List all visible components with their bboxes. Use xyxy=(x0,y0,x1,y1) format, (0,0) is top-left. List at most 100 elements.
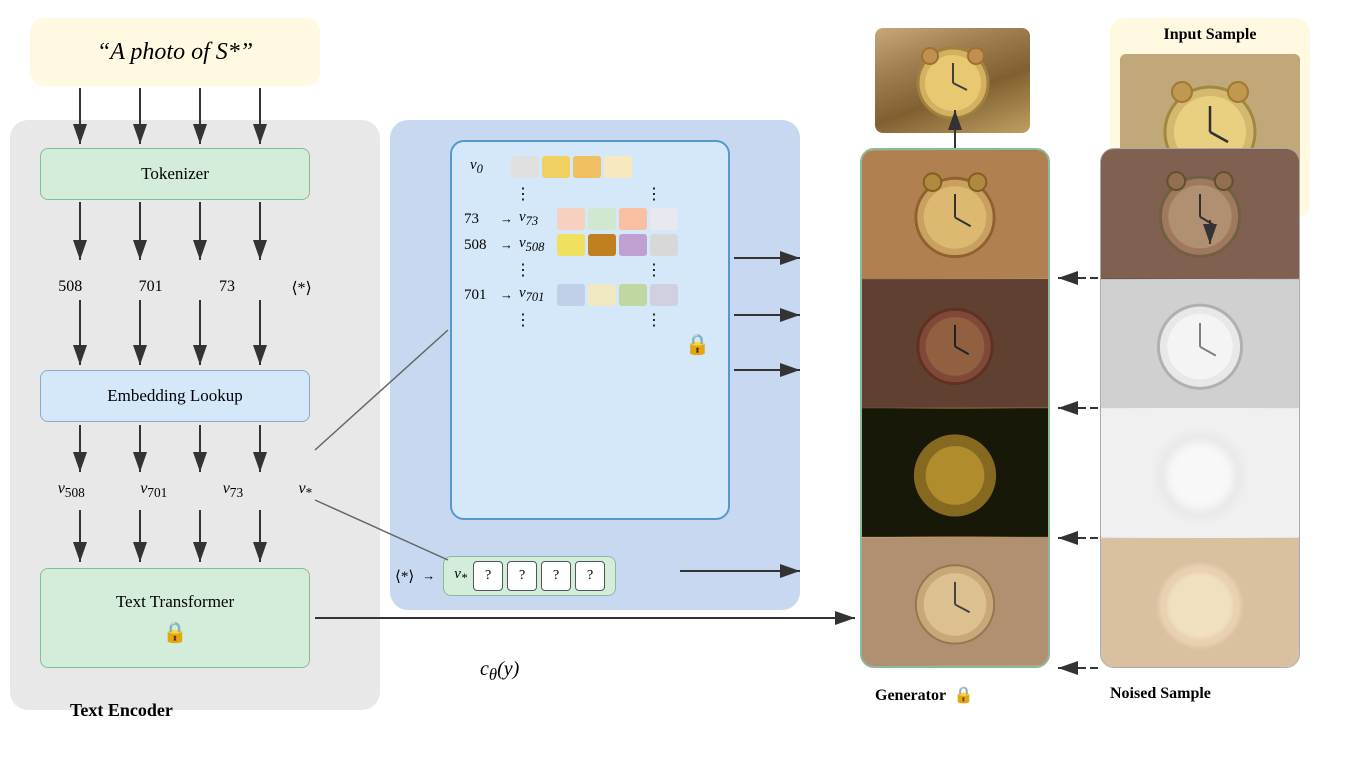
prompt-box: “A photo of S*” xyxy=(30,18,320,86)
vstar-input-label: ⟨*⟩ xyxy=(395,567,414,586)
patch xyxy=(588,284,616,306)
gen-clock-3 xyxy=(862,408,1048,537)
embed-row-v73: v73 xyxy=(519,208,678,230)
tokenizer-label: Tokenizer xyxy=(141,164,209,184)
vec-701: v701 xyxy=(140,480,167,501)
embed-table-lock: 🔒 xyxy=(460,332,720,357)
question-box-1: ? xyxy=(473,561,503,591)
noised-clock-4 xyxy=(1101,538,1299,668)
embed-patches-v701 xyxy=(557,284,678,306)
patch xyxy=(557,234,585,256)
vec-508: v508 xyxy=(58,480,85,501)
embed-table-lock-icon: 🔒 xyxy=(685,334,710,356)
token-701: 701 xyxy=(139,278,163,298)
embedding-lookup-box: Embedding Lookup xyxy=(40,370,310,422)
embedding-table-panel: v0 ⋮ ⋮ 73 → v73 xyxy=(450,140,730,520)
generator-label: Generator 🔒 xyxy=(875,685,974,705)
embed-row-v508: v508 xyxy=(519,234,678,256)
noised-clock-1 xyxy=(1101,149,1299,279)
embed-index-v0: v0 xyxy=(470,157,505,177)
patch xyxy=(650,284,678,306)
arrow-73: → xyxy=(500,211,513,227)
question-box-2: ? xyxy=(507,561,537,591)
c-theta-label: cθ(y) xyxy=(480,658,519,685)
embed-row-v701: v701 xyxy=(519,284,678,306)
text-encoder-label: Text Encoder xyxy=(70,700,173,721)
question-box-3: ? xyxy=(541,561,571,591)
embed-dots-2: ⋮ ⋮ xyxy=(460,258,720,282)
text-transformer-box: Text Transformer 🔒 xyxy=(40,568,310,668)
vec-star: v* xyxy=(299,480,313,501)
embed-index-v73: v73 xyxy=(519,209,554,229)
noised-clock-3 xyxy=(1101,408,1299,538)
gen-clock-svg-1 xyxy=(862,150,1048,279)
tokenizer-box: Tokenizer xyxy=(40,148,310,200)
gen-clock-1 xyxy=(862,150,1048,279)
vstar-label: v* xyxy=(454,566,467,586)
token-508: 508 xyxy=(58,278,82,298)
embed-dots-1: ⋮ ⋮ xyxy=(460,182,720,206)
question-box-4: ? xyxy=(575,561,605,591)
vstar-questions: ? ? ? ? xyxy=(473,561,605,591)
generator-panel xyxy=(860,148,1050,668)
gen-clock-4 xyxy=(862,537,1048,666)
embed-vectors-row: v508 v701 v73 v* xyxy=(30,480,340,501)
embed-patches-v73 xyxy=(557,208,678,230)
patch xyxy=(650,234,678,256)
patch xyxy=(573,156,601,178)
noised-clock-svg-4 xyxy=(1101,538,1299,668)
noised-sample-label: Noised Sample xyxy=(1110,685,1211,703)
embed-index-v508: v508 xyxy=(519,235,554,255)
embed-index-508-label: 508 xyxy=(464,237,494,254)
text-transformer-label: Text Transformer xyxy=(116,592,234,612)
vstar-row: ⟨*⟩ → v* ? ? ? ? xyxy=(395,556,616,596)
vstar-arrow: → xyxy=(422,568,435,584)
patch xyxy=(542,156,570,178)
gen-clock-svg-3 xyxy=(862,408,1048,537)
embed-row-701-wrapper: 701 → v701 xyxy=(460,282,720,308)
clock-image-top xyxy=(875,28,1030,133)
gen-clock-2 xyxy=(862,279,1048,408)
patch xyxy=(650,208,678,230)
noised-clock-svg-3 xyxy=(1101,408,1299,538)
token-73: 73 xyxy=(219,278,235,298)
gen-clock-svg-4 xyxy=(862,537,1048,666)
noised-sample-panel xyxy=(1100,148,1300,668)
embed-patches-v508 xyxy=(557,234,678,256)
embedding-lookup-label: Embedding Lookup xyxy=(107,386,243,406)
embed-row-508-wrapper: 508 → v508 xyxy=(460,232,720,258)
generator-lock-icon: 🔒 xyxy=(954,687,974,704)
patch xyxy=(511,156,539,178)
patch xyxy=(588,234,616,256)
embed-row-v0: v0 xyxy=(460,152,720,182)
token-star: ⟨*⟩ xyxy=(291,278,311,298)
token-numbers-row: 508 701 73 ⟨*⟩ xyxy=(30,278,340,298)
patch xyxy=(557,284,585,306)
patch xyxy=(619,234,647,256)
prompt-text: “A photo of S*” xyxy=(97,39,253,66)
patch xyxy=(619,284,647,306)
patch xyxy=(619,208,647,230)
arrow-508: → xyxy=(500,237,513,253)
embed-row-73-wrapper: 73 → v73 xyxy=(460,206,720,232)
text-transformer-lock-icon: 🔒 xyxy=(163,620,188,645)
noised-clock-2 xyxy=(1101,279,1299,409)
patch xyxy=(557,208,585,230)
noised-clock-svg-1 xyxy=(1101,149,1299,279)
patch xyxy=(604,156,632,178)
embed-index-v701: v701 xyxy=(519,285,554,305)
patch xyxy=(588,208,616,230)
embed-index-701-label: 701 xyxy=(464,287,494,304)
vstar-box: v* ? ? ? ? xyxy=(443,556,616,596)
generator-output-clock xyxy=(875,28,1030,133)
arrow-701: → xyxy=(500,287,513,303)
embed-index-73-label: 73 xyxy=(464,211,494,228)
clock-svg-top xyxy=(875,28,1030,133)
noised-clock-svg-2 xyxy=(1101,279,1299,409)
diagram: “A photo of S*” Tokenizer 508 701 73 ⟨*⟩… xyxy=(0,0,1345,758)
embed-dots-3: ⋮ ⋮ xyxy=(460,308,720,332)
input-sample-label: Input Sample xyxy=(1110,26,1310,44)
gen-clock-svg-2 xyxy=(862,279,1048,408)
vec-73: v73 xyxy=(223,480,243,501)
embed-patches-v0 xyxy=(511,156,632,178)
